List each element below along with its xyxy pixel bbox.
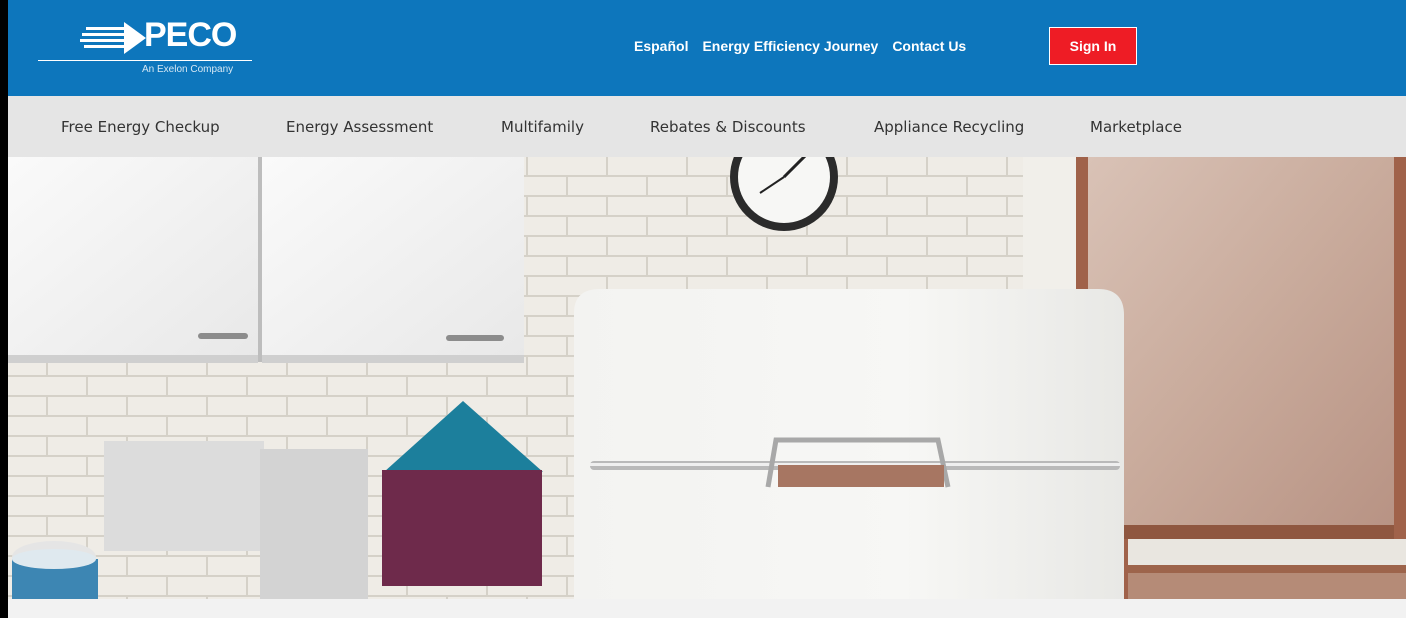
left-edge-strip bbox=[0, 0, 8, 618]
logo-wordmark: PECO bbox=[144, 16, 237, 54]
top-header: PECO An Exelon Company Español Energy Ef… bbox=[8, 0, 1406, 96]
nav-item-rebates-discounts[interactable]: Rebates & Discounts bbox=[650, 118, 806, 136]
nav-item-multifamily[interactable]: Multifamily bbox=[501, 118, 584, 136]
utility-nav: Español Energy Efficiency Journey Contac… bbox=[634, 38, 966, 54]
hero-bottom-band bbox=[8, 599, 1406, 618]
hero-banner bbox=[8, 157, 1406, 599]
utility-link-contact-us[interactable]: Contact Us bbox=[892, 38, 966, 54]
page: PECO An Exelon Company Español Energy Ef… bbox=[0, 0, 1406, 618]
kitchen-refrigerator-photo-icon bbox=[8, 157, 1406, 599]
main-nav: Free Energy Checkup Energy Assessment Mu… bbox=[8, 96, 1406, 157]
utility-link-espanol[interactable]: Español bbox=[634, 38, 688, 54]
logo-rule bbox=[38, 60, 252, 61]
nav-item-marketplace[interactable]: Marketplace bbox=[1090, 118, 1182, 136]
nav-item-appliance-recycling[interactable]: Appliance Recycling bbox=[874, 118, 1024, 136]
nav-item-free-energy-checkup[interactable]: Free Energy Checkup bbox=[61, 118, 220, 136]
logo-tagline: An Exelon Company bbox=[142, 64, 234, 75]
sign-in-button[interactable]: Sign In bbox=[1049, 27, 1137, 65]
peco-logo[interactable]: PECO An Exelon Company bbox=[38, 14, 258, 80]
utility-link-energy-efficiency-journey[interactable]: Energy Efficiency Journey bbox=[702, 38, 878, 54]
nav-item-energy-assessment[interactable]: Energy Assessment bbox=[286, 118, 433, 136]
